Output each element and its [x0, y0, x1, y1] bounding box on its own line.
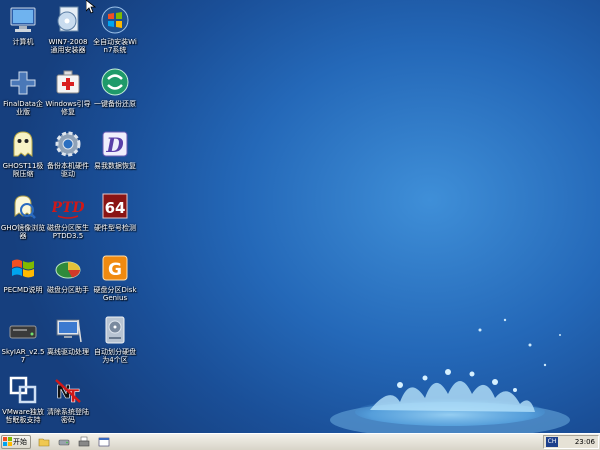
hw-64-icon: 64	[102, 193, 128, 219]
desktop-icon-ptdd[interactable]: PTD 磁盘分区医生PTDD3.5	[45, 190, 91, 240]
computer-icon	[10, 7, 36, 32]
desktop-icon-ghost11[interactable]: GHOST11极限压缩	[0, 128, 46, 178]
vmware-icon	[9, 376, 37, 404]
skyiar-icon	[9, 325, 37, 339]
svg-text:64: 64	[105, 199, 126, 217]
auto-partition-icon	[105, 316, 125, 344]
drive-icon[interactable]	[58, 436, 70, 448]
desktop-icon-win7-installer[interactable]: WIN7-2008通用安装器	[45, 4, 91, 54]
desktop-icon-finaldata[interactable]: FinalData企业版	[0, 66, 46, 116]
gear-icon	[55, 131, 81, 157]
desktop-icon-computer[interactable]: 计算机	[0, 4, 46, 46]
desktop-icon-clear-password[interactable]: N T 清除系统登陆密码	[45, 374, 91, 424]
desktop-icon-skyiar[interactable]: SkyIAR_v2.57	[0, 314, 46, 364]
desktop-icon-hardware-detect[interactable]: 64 硬件型号检测	[92, 190, 138, 232]
desktop: 计算机 WIN7-2008通用安装器 全自动安装Win7系统 FinalData…	[0, 0, 600, 433]
start-button[interactable]: 开始	[1, 435, 31, 449]
clear-password-icon: N T	[55, 379, 81, 406]
diskgenius-icon: G	[102, 255, 128, 281]
clock[interactable]: 23:06	[575, 437, 595, 448]
data-recovery-icon: D	[102, 131, 128, 157]
desktop-icon-backup-restore[interactable]: 一键备份还原	[92, 66, 138, 108]
desktop-icon-backup-drivers[interactable]: 备份本机硬件驱动	[45, 128, 91, 178]
finaldata-icon	[10, 71, 36, 95]
windows-logo-icon	[3, 437, 12, 446]
folder-icon[interactable]	[38, 436, 50, 448]
system-tray: CH 23:06	[543, 435, 599, 449]
installer-disc-icon	[57, 6, 79, 32]
printer-icon[interactable]	[78, 436, 90, 448]
partition-assistant-icon	[55, 261, 81, 279]
svg-text:D: D	[105, 133, 124, 157]
backup-restore-icon	[101, 68, 129, 96]
ghost-icon	[13, 131, 33, 157]
windows-orb-icon	[101, 6, 129, 34]
water-splash-decoration	[330, 318, 570, 433]
offline-driver-icon	[56, 319, 82, 343]
desktop-icon-gho-browser[interactable]: GHO镜像浏览器	[0, 190, 46, 240]
taskbar: 开始 CH 23:06	[0, 433, 600, 450]
windows-flag-icon	[12, 259, 34, 278]
desktop-icon-auto-partition[interactable]: 自动划分硬盘为4个区	[92, 314, 138, 364]
first-aid-box-icon	[56, 70, 80, 94]
ime-indicator[interactable]: CH	[546, 437, 558, 447]
start-label: 开始	[13, 438, 27, 446]
window-icon[interactable]	[98, 436, 110, 448]
desktop-icon-easeus-recovery[interactable]: D 易我数据恢复	[92, 128, 138, 170]
desktop-icon-vmware[interactable]: VMware独放哲眠板支持	[0, 374, 46, 424]
svg-text:G: G	[108, 260, 122, 280]
desktop-icon-offline-driver[interactable]: 离线驱动处理	[45, 314, 91, 356]
ptdd-icon: PTD	[52, 200, 84, 219]
desktop-icon-windows-boot-repair[interactable]: Windows引导修复	[45, 66, 91, 116]
desktop-icon-partition-assistant[interactable]: 磁盘分区助手	[45, 252, 91, 294]
svg-text:PTD: PTD	[52, 200, 84, 216]
desktop-icon-auto-install-win7[interactable]: 全自动安装Win7系统	[92, 4, 138, 54]
desktop-icon-diskgenius[interactable]: G 硬盘分区DiskGenius	[92, 252, 138, 302]
gho-browser-icon	[14, 195, 36, 219]
desktop-icon-pecmd[interactable]: PECMD说明	[0, 252, 46, 294]
